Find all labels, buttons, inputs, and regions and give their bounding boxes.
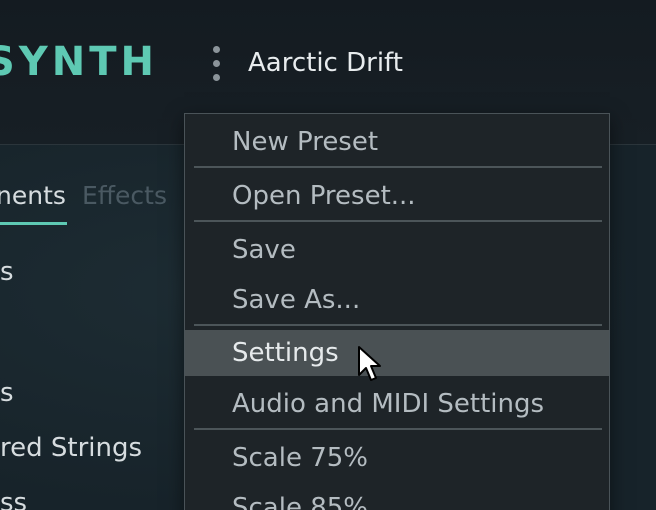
list-item[interactable]: s [0,377,14,409]
kebab-dot [213,60,220,67]
preset-menu: New Preset Open Preset... Save Save As..… [184,113,610,510]
list-item[interactable]: s [0,256,14,288]
tab-instruments[interactable]: nents [0,180,66,212]
menu-item-audio-midi-settings[interactable]: Audio and MIDI Settings [185,381,609,427]
menu-separator [194,324,602,326]
menu-separator [194,428,602,430]
app-window: SYNTH Aarctic Drift nents Effects s s re… [0,0,656,510]
menu-item-save-as[interactable]: Save As... [185,277,609,323]
mouse-pointer-icon [358,346,381,381]
list-item[interactable]: ss [0,487,27,510]
menu-item-open-preset[interactable]: Open Preset... [185,173,609,219]
preset-name[interactable]: Aarctic Drift [248,47,403,79]
kebab-dot [213,74,220,81]
list-item[interactable]: red Strings [0,432,142,464]
menu-item-scale-75[interactable]: Scale 75% [185,435,609,481]
brand-logo: SYNTH [0,39,159,85]
menu-item-scale-85[interactable]: Scale 85% [185,485,609,510]
tab-effects[interactable]: Effects [82,180,167,212]
menu-separator [194,166,602,168]
kebab-dot [213,46,220,53]
menu-item-new-preset[interactable]: New Preset [185,119,609,165]
menu-separator [194,220,602,222]
menu-item-settings[interactable]: Settings [185,330,609,376]
menu-item-save[interactable]: Save [185,227,609,273]
active-tab-indicator [0,222,67,225]
more-options-icon[interactable] [209,45,223,83]
